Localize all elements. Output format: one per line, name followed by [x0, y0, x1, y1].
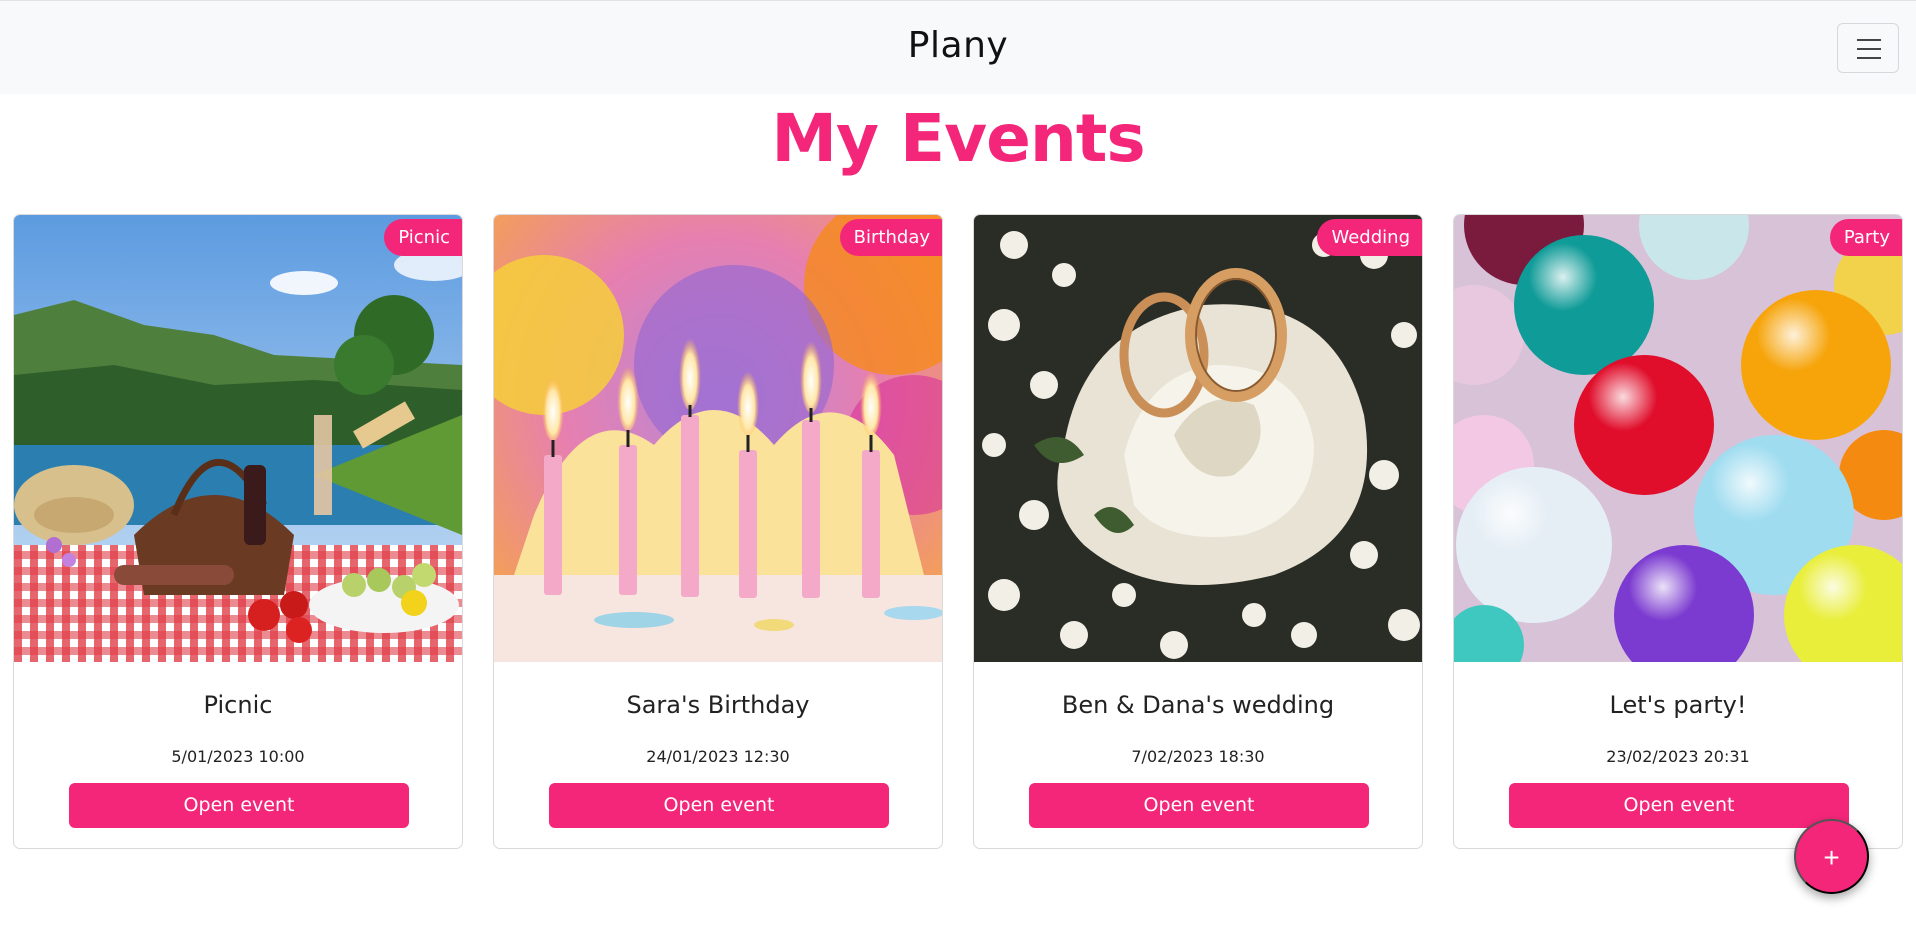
- hamburger-menu-icon: [1857, 39, 1881, 41]
- event-title: Let's party!: [1609, 691, 1747, 719]
- menu-toggle-button[interactable]: [1837, 23, 1899, 73]
- party-balloons-photo: [1454, 215, 1902, 662]
- event-type-badge: Wedding: [1317, 219, 1422, 256]
- navbar: Plany: [0, 0, 1916, 94]
- brand-logo[interactable]: Plany: [0, 25, 1916, 66]
- page-title: My Events: [771, 100, 1145, 177]
- event-type-badge: Picnic: [384, 219, 462, 256]
- birthday-candles-photo: [494, 215, 942, 662]
- add-event-button[interactable]: +: [1794, 819, 1869, 894]
- hamburger-menu-icon: [1857, 48, 1881, 50]
- event-title: Ben & Dana's wedding: [1061, 691, 1335, 719]
- open-event-button[interactable]: Open event: [549, 783, 889, 828]
- event-card: Wedding Ben & Dana's wedding 7/02/2023 1…: [973, 214, 1423, 849]
- open-event-button[interactable]: Open event: [1029, 783, 1369, 828]
- event-date: 7/02/2023 18:30: [1131, 747, 1265, 766]
- event-image: [974, 215, 1422, 662]
- event-title: Sara's Birthday: [626, 691, 810, 719]
- event-image: [14, 215, 462, 662]
- open-event-button[interactable]: Open event: [69, 783, 409, 828]
- open-event-button[interactable]: Open event: [1509, 783, 1849, 828]
- event-card: Birthday Sara's Birthday 24/01/2023 12:3…: [493, 214, 943, 849]
- plus-icon: +: [1823, 842, 1840, 873]
- event-date: 5/01/2023 10:00: [171, 747, 305, 766]
- event-date: 24/01/2023 12:30: [646, 747, 790, 766]
- picnic-lakeside-photo: [14, 215, 462, 662]
- event-date: 23/02/2023 20:31: [1606, 747, 1750, 766]
- event-image: [494, 215, 942, 662]
- hamburger-menu-icon: [1857, 57, 1881, 59]
- event-image: [1454, 215, 1902, 662]
- event-card: Party Let's party! 23/02/2023 20:31 Open…: [1453, 214, 1903, 849]
- event-type-badge: Party: [1829, 219, 1902, 256]
- event-title: Picnic: [203, 691, 273, 719]
- event-card: Picnic Picnic 5/01/2023 10:00 Open event: [13, 214, 463, 849]
- wedding-rings-rose-photo: [974, 215, 1422, 662]
- event-type-badge: Birthday: [839, 219, 942, 256]
